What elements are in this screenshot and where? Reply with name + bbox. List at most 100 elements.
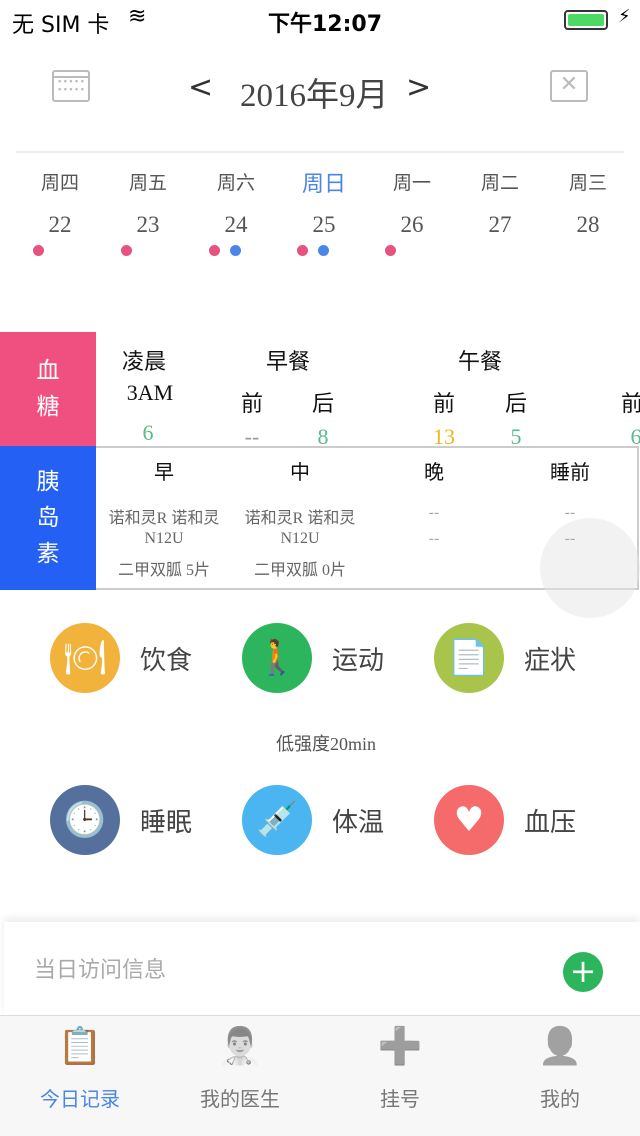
glucose-value[interactable]: -- bbox=[245, 424, 260, 446]
prev-month-button[interactable]: < bbox=[188, 70, 213, 105]
action-label: 症状 bbox=[524, 645, 577, 676]
next-month-button[interactable]: > bbox=[406, 70, 431, 105]
heart-icon: ♥ bbox=[434, 785, 504, 855]
weekday-label: 周四 bbox=[40, 172, 79, 194]
action-label: 体温 bbox=[332, 807, 385, 838]
action-label: 血压 bbox=[524, 807, 577, 838]
action-plate[interactable]: 🍽 饮食 bbox=[50, 623, 192, 693]
battery-icon bbox=[564, 10, 608, 30]
insulin-label-3: 素 bbox=[36, 541, 60, 567]
walking-icon: 🚶 bbox=[242, 623, 312, 693]
insulin-label-2: 岛 bbox=[36, 505, 60, 531]
glucose-subheader: 后 bbox=[311, 392, 335, 417]
insulin-dose: N12U bbox=[280, 530, 320, 547]
glucose-value[interactable]: 6 bbox=[631, 424, 640, 446]
glucose-label-1: 血 bbox=[36, 358, 60, 384]
insulin-dose: 诺和灵R 诺和灵 bbox=[108, 510, 220, 527]
tab-icon: ➕ bbox=[377, 1026, 423, 1067]
tab-3[interactable]: 👤 我的 bbox=[480, 1015, 640, 1136]
glucose-subheader: 前 bbox=[620, 392, 640, 417]
tab-2[interactable]: ➕ 挂号 bbox=[320, 1015, 480, 1136]
clock: 下午12:07 bbox=[268, 12, 383, 37]
visit-card[interactable]: 当日访问信息 + bbox=[4, 922, 640, 1014]
record-dot bbox=[385, 245, 396, 256]
weekday-label: 周二 bbox=[480, 172, 519, 194]
glucose-value[interactable]: 13 bbox=[433, 424, 455, 446]
weekday-label: 周六 bbox=[216, 172, 255, 194]
insulin-dose: 诺和灵R 诺和灵 bbox=[244, 510, 356, 527]
weekday-label: 周日 bbox=[301, 172, 346, 197]
mail-icon[interactable]: ✕ bbox=[550, 70, 588, 102]
record-dot bbox=[318, 245, 329, 256]
status-bar: 无 SIM 卡 ≋ 下午12:07 ⚡ bbox=[0, 0, 640, 40]
glucose-value[interactable]: 8 bbox=[318, 424, 329, 446]
plate-icon: 🍽 bbox=[50, 623, 120, 693]
glucose-value[interactable]: 6 bbox=[143, 420, 154, 442]
weekday-label: 周三 bbox=[568, 172, 607, 194]
tab-0[interactable]: 📋 今日记录 bbox=[0, 1015, 160, 1136]
charging-icon: ⚡ bbox=[618, 6, 631, 27]
glucose-group: 凌晨 bbox=[121, 350, 167, 375]
insulin-dose: -- bbox=[428, 504, 440, 521]
calendar-icon[interactable]: ∙∙∙∙∙ ∙∙∙∙∙ bbox=[52, 70, 90, 102]
tab-label: 我的医生 bbox=[200, 1087, 280, 1111]
visit-placeholder: 当日访问信息 bbox=[34, 958, 167, 983]
insulin-dose: 二甲双胍 0片 bbox=[253, 562, 347, 579]
action-clock[interactable]: 🕒 睡眠 bbox=[50, 785, 192, 855]
action-label: 运动 bbox=[332, 645, 385, 676]
record-dot bbox=[209, 245, 220, 256]
weekday-label: 周一 bbox=[392, 172, 431, 194]
floating-handle[interactable] bbox=[540, 518, 640, 618]
glucose-subheader: 3AM bbox=[126, 380, 174, 405]
tab-icon: 📋 bbox=[57, 1026, 103, 1067]
weekday-label: 周五 bbox=[128, 172, 167, 194]
glucose-label-2: 糖 bbox=[36, 394, 60, 420]
wifi-icon: ≋ bbox=[128, 4, 147, 29]
glucose-subheader: 前 bbox=[240, 392, 264, 417]
glucose-subheader: 前 bbox=[432, 392, 456, 417]
insulin-dose: N12U bbox=[144, 530, 184, 547]
tab-icon: 👤 bbox=[537, 1026, 583, 1067]
insulin-dose: -- bbox=[564, 504, 576, 521]
day-number[interactable]: 26 bbox=[368, 212, 456, 238]
tab-label: 今日记录 bbox=[40, 1087, 120, 1111]
insulin-dose: -- bbox=[564, 530, 576, 547]
divider bbox=[16, 151, 624, 153]
day-number[interactable]: 22 bbox=[16, 212, 104, 238]
record-dot bbox=[230, 245, 241, 256]
insulin-column: 早 bbox=[154, 460, 174, 484]
record-dot bbox=[33, 245, 44, 256]
clock-icon: 🕒 bbox=[50, 785, 120, 855]
action-heart[interactable]: ♥ 血压 bbox=[434, 785, 576, 855]
insulin-column: 中 bbox=[290, 460, 310, 484]
glucose-group: 早餐 bbox=[265, 350, 311, 375]
day-number[interactable]: 23 bbox=[104, 212, 192, 238]
exercise-summary: 低强度20min bbox=[275, 734, 377, 754]
glucose-subheader: 后 bbox=[504, 392, 528, 417]
tab-1[interactable]: 👨‍⚕️ 我的医生 bbox=[160, 1015, 320, 1136]
day-number[interactable]: 25 bbox=[280, 212, 368, 238]
record-dot bbox=[121, 245, 132, 256]
document-icon: 📄 bbox=[434, 623, 504, 693]
record-dot bbox=[297, 245, 308, 256]
add-visit-button[interactable]: + bbox=[563, 952, 603, 992]
glucose-label: 血 糖 bbox=[0, 332, 96, 446]
month-title: 2016年9月 bbox=[240, 78, 389, 114]
tab-icon: 👨‍⚕️ bbox=[217, 1026, 263, 1067]
insulin-label-1: 胰 bbox=[36, 469, 60, 495]
tab-label: 我的 bbox=[540, 1087, 580, 1111]
insulin-column: 睡前 bbox=[550, 460, 590, 484]
insulin-column: 晚 bbox=[424, 460, 444, 484]
action-dropper[interactable]: 💉 体温 bbox=[242, 785, 384, 855]
insulin-dose: -- bbox=[428, 530, 440, 547]
action-walking[interactable]: 🚶 运动 bbox=[242, 623, 384, 693]
day-number[interactable]: 24 bbox=[192, 212, 280, 238]
action-label: 饮食 bbox=[140, 645, 193, 676]
glucose-value[interactable]: 5 bbox=[511, 424, 522, 446]
insulin-dose: 二甲双胍 5片 bbox=[117, 562, 211, 579]
day-number[interactable]: 28 bbox=[544, 212, 632, 238]
carrier: 无 SIM 卡 bbox=[12, 13, 110, 38]
action-document[interactable]: 📄 症状 bbox=[434, 623, 576, 693]
day-number[interactable]: 27 bbox=[456, 212, 544, 238]
tab-label: 挂号 bbox=[380, 1087, 420, 1111]
